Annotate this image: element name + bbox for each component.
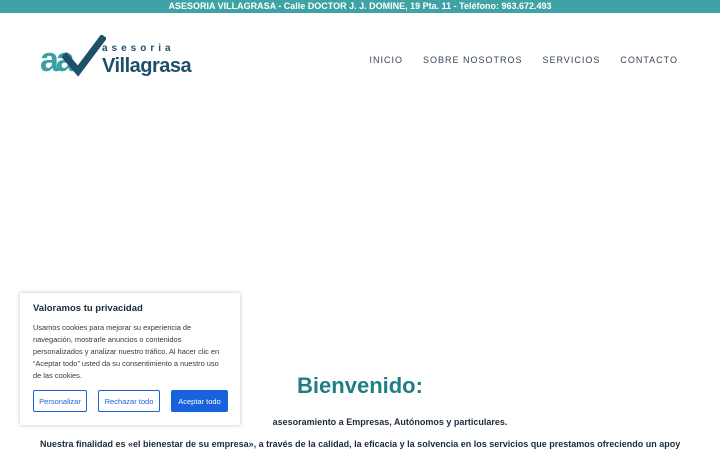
logo-check-icon <box>62 35 106 77</box>
cookie-title: Valoramos tu privacidad <box>33 303 143 314</box>
nav-item-servicios[interactable]: SERVICIOS <box>542 55 600 65</box>
customize-button[interactable]: Personalizar <box>33 390 87 412</box>
nav-item-sobre-nosotros[interactable]: SOBRE NOSOTROS <box>423 55 523 65</box>
cookie-consent-banner: Valoramos tu privacidad Usamos cookies p… <box>20 293 240 425</box>
logo-top-text: asesoria <box>102 43 175 54</box>
site-header: aa asesoria Villagrasa INICIO SOBRE NOSO… <box>0 13 720 108</box>
accept-all-button[interactable]: Aceptar todo <box>171 390 228 412</box>
cookie-buttons: Personalizar Rechazar todo Aceptar todo <box>33 390 228 412</box>
main-nav: INICIO SOBRE NOSOTROS SERVICIOS CONTACTO <box>369 55 678 65</box>
nav-item-inicio[interactable]: INICIO <box>369 55 403 65</box>
top-contact-bar: ASESORIA VILLAGRASA - Calle DOCTOR J. J.… <box>0 0 720 13</box>
site-logo[interactable]: aa asesoria Villagrasa <box>40 35 192 81</box>
cookie-description: Usamos cookies para mejorar su experienc… <box>33 323 220 380</box>
intro-visible-text: asesoramiento a Empresas, Autónomos y pa… <box>272 417 508 427</box>
nav-item-contacto[interactable]: CONTACTO <box>620 55 678 65</box>
logo-bottom-text: Villagrasa <box>102 55 192 77</box>
top-contact-text: ASESORIA VILLAGRASA - Calle DOCTOR J. J.… <box>168 1 552 11</box>
reject-all-button[interactable]: Rechazar todo <box>98 390 160 412</box>
intro-paragraph: Nuestra finalidad es «el bienestar de su… <box>40 439 680 449</box>
